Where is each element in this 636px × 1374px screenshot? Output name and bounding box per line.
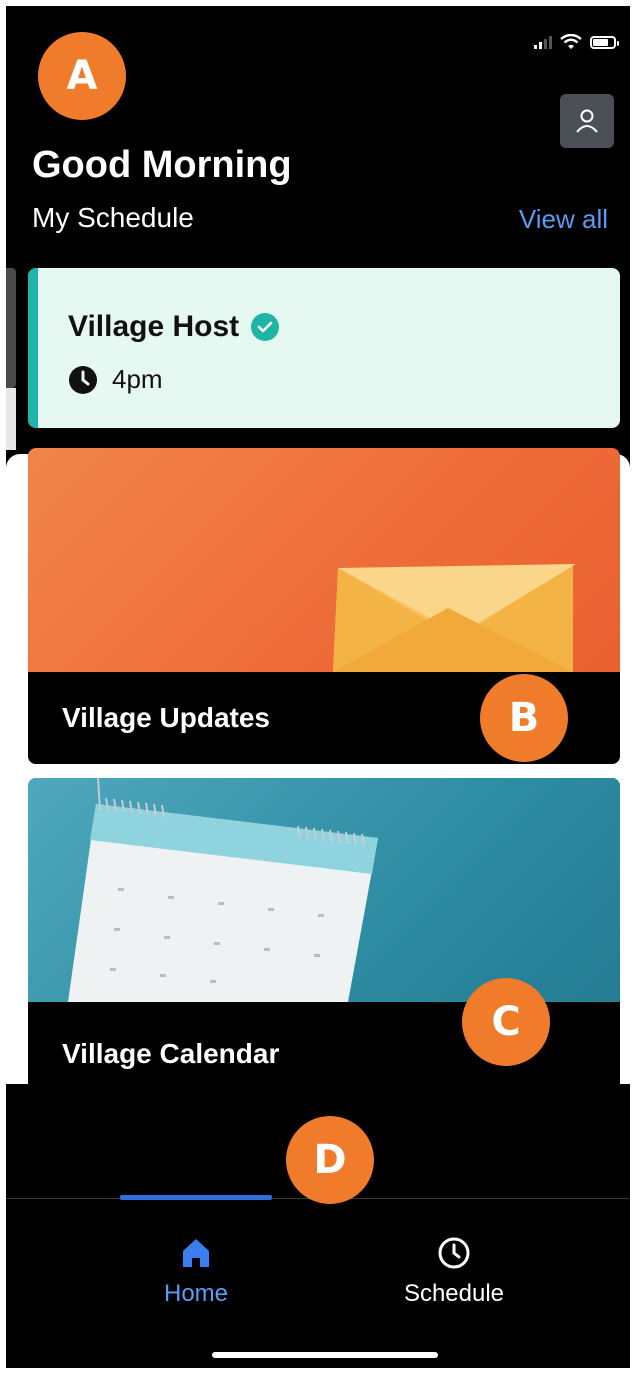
greeting-title: Good Morning — [32, 144, 292, 186]
previous-card-peek-lower — [6, 388, 16, 450]
home-indicator-bar — [212, 1352, 438, 1358]
annotation-badge-b: B — [480, 674, 568, 762]
village-calendar-label: Village Calendar — [62, 1038, 280, 1069]
updates-tile-image — [28, 448, 620, 672]
verified-check-icon — [251, 313, 280, 341]
schedule-card-accent — [28, 268, 38, 428]
tab-schedule[interactable]: Schedule — [384, 1236, 524, 1308]
tab-home[interactable]: Home — [146, 1236, 246, 1308]
calendar-tile-image — [28, 778, 620, 1002]
schedule-card-time: 4pm — [112, 364, 163, 394]
tab-home-label: Home — [163, 1280, 229, 1307]
status-bar — [534, 34, 619, 50]
signal-icon — [534, 35, 552, 49]
my-schedule-heading: My Schedule — [32, 202, 194, 233]
battery-icon — [590, 35, 619, 49]
view-all-link[interactable]: View all — [519, 204, 608, 235]
annotation-badge-c: C — [462, 978, 550, 1066]
clock-outline-icon — [438, 1237, 470, 1269]
previous-card-peek[interactable] — [6, 268, 16, 388]
annotation-badge-d: D — [286, 1116, 374, 1204]
schedule-card[interactable]: Village Host 4pm — [28, 268, 620, 428]
home-icon — [183, 1239, 209, 1267]
village-updates-label: Village Updates — [62, 702, 271, 733]
schedule-card-title: Village Host — [68, 310, 240, 343]
app-screen: A Good Morning My Schedule View all Vill… — [6, 6, 630, 1368]
tab-schedule-label: Schedule — [403, 1280, 505, 1307]
envelope-icon — [333, 564, 576, 672]
schedule-card-time-row: 4pm — [68, 364, 163, 395]
calendar-icon — [68, 778, 378, 1002]
profile-button[interactable] — [560, 94, 614, 148]
active-tab-indicator — [120, 1195, 272, 1200]
clock-icon — [69, 365, 97, 394]
schedule-card-title-row: Village Host — [68, 310, 280, 344]
wifi-icon — [560, 34, 582, 49]
user-icon — [576, 109, 598, 133]
annotation-badge-a: A — [38, 32, 126, 120]
